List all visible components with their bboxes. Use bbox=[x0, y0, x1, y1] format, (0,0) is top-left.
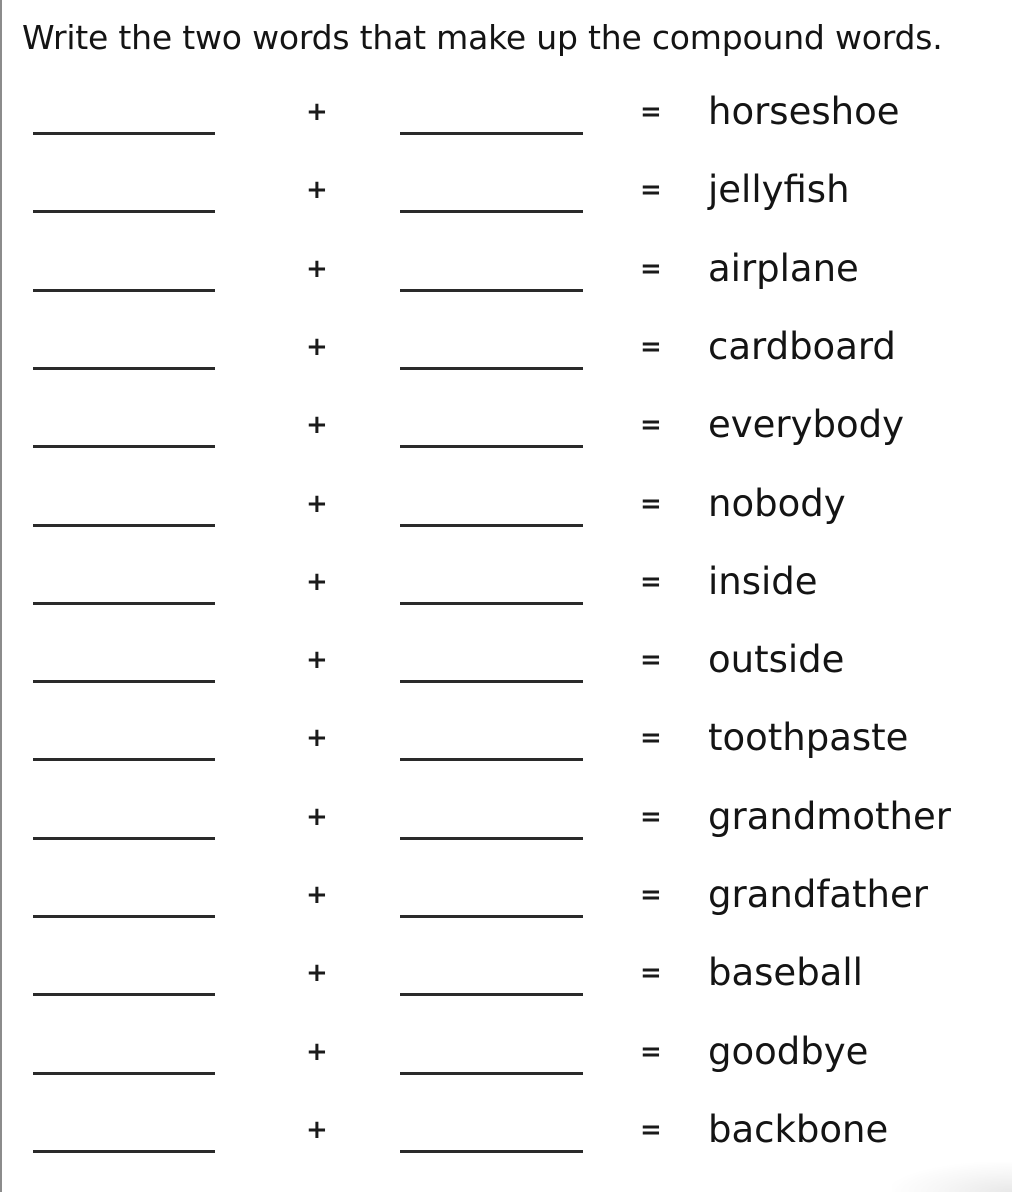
compound-word-row: + = outside bbox=[0, 638, 1012, 700]
equals-sign: = bbox=[640, 410, 662, 441]
equals-sign: = bbox=[640, 1036, 662, 1067]
compound-word-row: + = toothpaste bbox=[0, 716, 1012, 778]
compound-word: backbone bbox=[708, 1107, 889, 1151]
equals-sign: = bbox=[640, 566, 662, 597]
second-word-blank[interactable] bbox=[400, 132, 583, 135]
second-word-blank[interactable] bbox=[400, 836, 583, 840]
plus-sign: + bbox=[306, 488, 328, 519]
compound-word-row: + = inside bbox=[0, 559, 1012, 622]
equals-sign: = bbox=[640, 958, 662, 989]
compound-word: grandmother bbox=[708, 794, 951, 838]
second-word-blank[interactable] bbox=[400, 680, 583, 684]
equals-sign: = bbox=[640, 97, 662, 127]
second-word-blank[interactable] bbox=[400, 288, 583, 292]
plus-sign: + bbox=[306, 331, 328, 362]
first-word-blank[interactable] bbox=[33, 366, 215, 370]
plus-sign: + bbox=[306, 97, 328, 127]
compound-word-list: + = horseshoe + = jellyfish + = airplane + = cardbo… bbox=[0, 0, 1012, 1192]
plus-sign: + bbox=[306, 1036, 328, 1067]
compound-word-row: + = airplane bbox=[0, 246, 1012, 309]
first-word-blank[interactable] bbox=[33, 836, 215, 840]
equals-sign: = bbox=[640, 253, 662, 284]
equals-sign: = bbox=[640, 801, 662, 832]
equals-sign: = bbox=[640, 488, 662, 519]
plus-sign: + bbox=[306, 801, 328, 832]
compound-word: cardboard bbox=[708, 324, 896, 368]
compound-word: jellyfish bbox=[708, 168, 850, 212]
plus-sign: + bbox=[306, 253, 328, 284]
first-word-blank[interactable] bbox=[33, 758, 215, 762]
compound-word-row: + = grandmother bbox=[0, 794, 1012, 857]
compound-word: outside bbox=[708, 638, 845, 682]
compound-word-row: + = goodbye bbox=[0, 1029, 1012, 1092]
first-word-blank[interactable] bbox=[33, 915, 215, 918]
compound-word: goodbye bbox=[708, 1029, 869, 1073]
second-word-blank[interactable] bbox=[400, 601, 583, 605]
compound-word-row: + = cardboard bbox=[0, 324, 1012, 387]
equals-sign: = bbox=[640, 1114, 662, 1145]
first-word-blank[interactable] bbox=[33, 523, 215, 527]
first-word-blank[interactable] bbox=[33, 1149, 215, 1153]
compound-word-row: + = baseball bbox=[0, 951, 1012, 1013]
first-word-blank[interactable] bbox=[33, 680, 215, 684]
compound-word-row: + = horseshoe bbox=[0, 90, 1012, 152]
second-word-blank[interactable] bbox=[400, 366, 583, 370]
equals-sign: = bbox=[640, 331, 662, 362]
first-word-blank[interactable] bbox=[33, 1071, 215, 1075]
second-word-blank[interactable] bbox=[400, 1071, 583, 1075]
compound-word: nobody bbox=[708, 481, 846, 525]
compound-word: everybody bbox=[708, 403, 905, 447]
plus-sign: + bbox=[306, 175, 328, 206]
plus-sign: + bbox=[306, 880, 328, 910]
plus-sign: + bbox=[306, 1114, 328, 1145]
compound-word-row: + = jellyfish bbox=[0, 168, 1012, 230]
compound-word: toothpaste bbox=[708, 716, 909, 760]
first-word-blank[interactable] bbox=[33, 132, 215, 135]
compound-word-row: + = nobody bbox=[0, 481, 1012, 544]
second-word-blank[interactable] bbox=[400, 758, 583, 762]
first-word-blank[interactable] bbox=[33, 288, 215, 292]
second-word-blank[interactable] bbox=[400, 1149, 583, 1153]
compound-word-row: + = backbone bbox=[0, 1107, 1012, 1170]
equals-sign: = bbox=[640, 645, 662, 676]
compound-word: grandfather bbox=[708, 873, 928, 916]
second-word-blank[interactable] bbox=[400, 210, 583, 214]
second-word-blank[interactable] bbox=[400, 993, 583, 997]
equals-sign: = bbox=[640, 723, 662, 754]
first-word-blank[interactable] bbox=[33, 210, 215, 214]
compound-word: baseball bbox=[708, 951, 863, 995]
compound-word: airplane bbox=[708, 246, 859, 290]
first-word-blank[interactable] bbox=[33, 445, 215, 449]
plus-sign: + bbox=[306, 723, 328, 754]
equals-sign: = bbox=[640, 880, 662, 910]
compound-word-row: + = everybody bbox=[0, 403, 1012, 465]
equals-sign: = bbox=[640, 175, 662, 206]
compound-word-row: + = grandfather bbox=[0, 873, 1012, 935]
second-word-blank[interactable] bbox=[400, 915, 583, 918]
plus-sign: + bbox=[306, 645, 328, 676]
plus-sign: + bbox=[306, 566, 328, 597]
first-word-blank[interactable] bbox=[33, 993, 215, 997]
second-word-blank[interactable] bbox=[400, 523, 583, 527]
compound-word: horseshoe bbox=[708, 90, 900, 133]
first-word-blank[interactable] bbox=[33, 601, 215, 605]
plus-sign: + bbox=[306, 410, 328, 441]
second-word-blank[interactable] bbox=[400, 445, 583, 449]
compound-word: inside bbox=[708, 559, 818, 603]
plus-sign: + bbox=[306, 958, 328, 989]
